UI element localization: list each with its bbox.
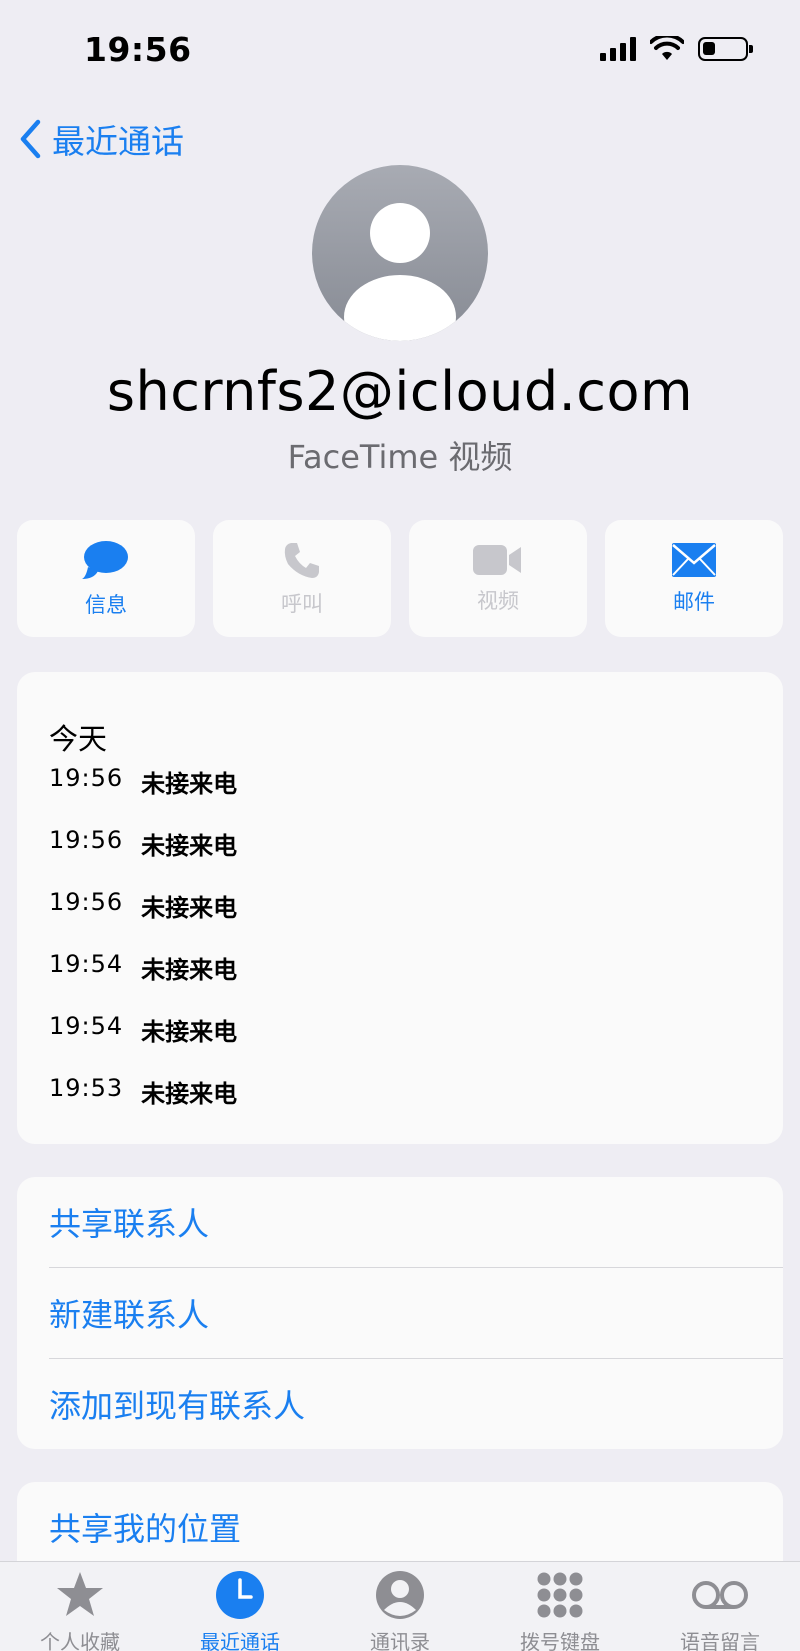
call-type: 未接来电	[141, 1080, 238, 1108]
tab-label: 语音留言	[680, 1630, 760, 1651]
share-location-label: 共享我的位置	[49, 1510, 242, 1548]
call-button[interactable]: 呼叫	[213, 520, 391, 637]
keypad-dot	[553, 1604, 567, 1618]
call-row: 19:54 未接来电	[49, 950, 237, 985]
chevron-left-icon	[20, 119, 41, 159]
video-label: 视频	[477, 588, 519, 613]
call-row: 19:53 未接来电	[49, 1074, 237, 1109]
video-camera-icon	[473, 544, 521, 575]
voicemail-icon	[692, 1581, 748, 1609]
keypad-dot	[537, 1588, 551, 1602]
person-circle-icon	[376, 1571, 424, 1619]
keypad-dot	[569, 1572, 583, 1586]
mail-button[interactable]: 邮件	[605, 520, 783, 637]
keypad-icon	[537, 1572, 583, 1618]
tab-label: 个人收藏	[40, 1630, 120, 1651]
share-location-row[interactable]: 共享我的位置	[17, 1482, 783, 1572]
status-icons	[600, 36, 753, 62]
call-time: 19:53	[49, 1074, 124, 1102]
tab-favorites[interactable]: 个人收藏	[0, 1570, 160, 1651]
call-time: 19:54	[49, 1012, 124, 1040]
mail-label: 邮件	[673, 589, 715, 614]
call-type: 未接来电	[141, 770, 238, 798]
recent-calls-card: 今天 19:56 未接来电 19:56 未接来电 19:56 未接来电 19:5…	[17, 672, 783, 1144]
keypad-dot	[569, 1588, 583, 1602]
call-row: 19:56 未接来电	[49, 764, 237, 799]
share-contact-row[interactable]: 共享联系人	[17, 1177, 783, 1267]
tab-contacts[interactable]: 通讯录	[320, 1570, 480, 1651]
new-contact-label: 新建联系人	[49, 1296, 210, 1334]
envelope-icon	[672, 542, 716, 577]
tab-label: 通讯录	[370, 1630, 430, 1651]
tab-keypad[interactable]: 拨号键盘	[480, 1570, 640, 1651]
contact-actions-card: 共享联系人 新建联系人 添加到现有联系人	[17, 1177, 783, 1449]
person-silhouette-icon	[344, 203, 456, 341]
contact-subtitle: FaceTime 视频	[287, 438, 513, 476]
battery-level	[703, 42, 715, 55]
recents-heading: 今天	[49, 722, 108, 756]
keypad-dot	[537, 1572, 551, 1586]
battery-icon	[698, 37, 753, 61]
contact-avatar	[312, 165, 488, 341]
keypad-dot	[553, 1572, 567, 1586]
call-type: 未接来电	[141, 894, 238, 922]
call-label: 呼叫	[281, 591, 323, 616]
tab-voicemail[interactable]: 语音留言	[640, 1570, 800, 1651]
add-to-existing-contact-label: 添加到现有联系人	[49, 1387, 306, 1425]
status-bar: 19:56	[0, 0, 800, 100]
video-button[interactable]: 视频	[409, 520, 587, 637]
call-type: 未接来电	[141, 956, 238, 984]
add-to-existing-contact-row[interactable]: 添加到现有联系人	[17, 1359, 783, 1449]
wifi-icon	[650, 36, 684, 60]
status-time: 19:56	[84, 30, 192, 69]
tab-recents[interactable]: 最近通话	[160, 1570, 320, 1651]
message-label: 信息	[85, 592, 127, 617]
message-button[interactable]: 信息	[17, 520, 195, 637]
message-bubble-icon	[82, 540, 128, 579]
call-row: 19:56 未接来电	[49, 826, 237, 861]
keypad-dot	[537, 1604, 551, 1618]
call-time: 19:54	[49, 950, 124, 978]
contact-name: shcrnfs2@icloud.com	[106, 360, 694, 423]
star-icon	[57, 1572, 103, 1616]
call-time: 19:56	[49, 888, 124, 916]
call-row: 19:56 未接来电	[49, 888, 237, 923]
share-contact-label: 共享联系人	[49, 1205, 210, 1243]
call-time: 19:56	[49, 826, 124, 854]
tab-label: 拨号键盘	[520, 1630, 600, 1651]
call-time: 19:56	[49, 764, 124, 792]
tab-label: 最近通话	[200, 1630, 280, 1651]
call-row: 19:54 未接来电	[49, 1012, 237, 1047]
clock-icon	[216, 1571, 264, 1619]
action-buttons: 信息 呼叫 视频 邮件	[17, 520, 783, 637]
call-type: 未接来电	[141, 832, 238, 860]
back-label: 最近通话	[52, 122, 184, 161]
tab-bar: 个人收藏 最近通话 通讯录 拨号键盘 语音留言	[0, 1561, 800, 1651]
new-contact-row[interactable]: 新建联系人	[17, 1268, 783, 1358]
keypad-dot	[569, 1604, 583, 1618]
keypad-dot	[553, 1588, 567, 1602]
back-button[interactable]: 最近通话	[18, 115, 184, 163]
call-type: 未接来电	[141, 1018, 238, 1046]
phone-icon	[284, 542, 319, 578]
cellular-signal-icon	[600, 37, 636, 61]
